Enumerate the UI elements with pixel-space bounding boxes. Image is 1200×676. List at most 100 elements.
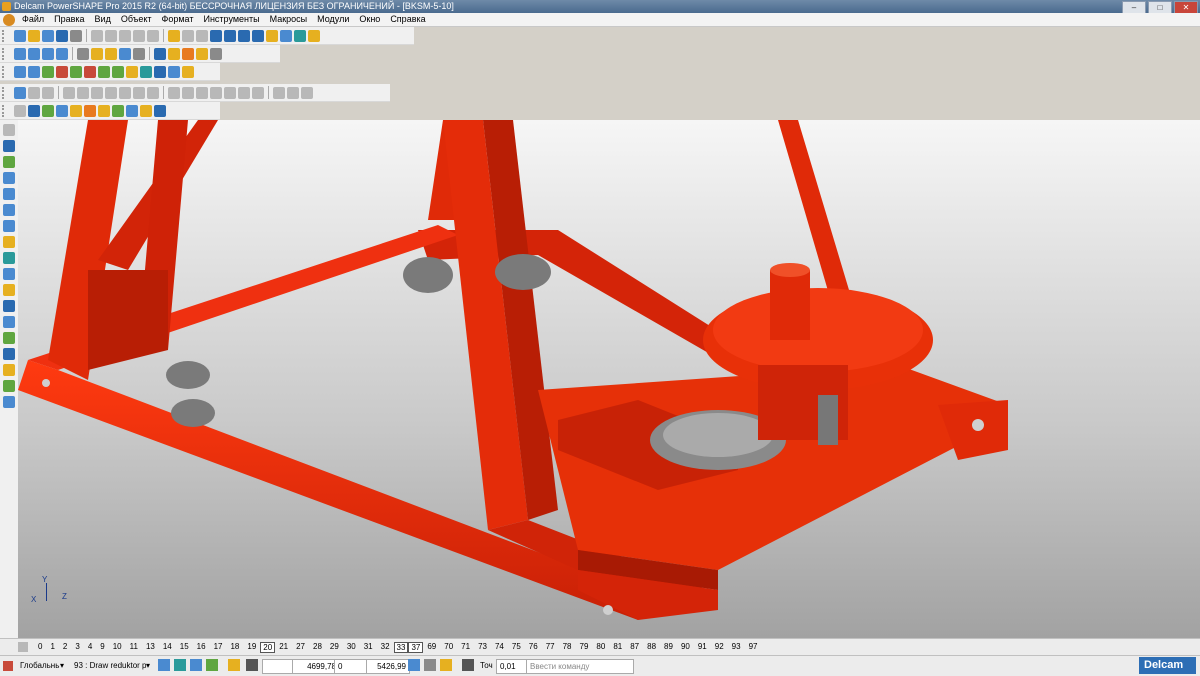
level-button[interactable]: 2 [59,642,71,653]
level-button[interactable]: 76 [525,642,542,653]
menu-view[interactable]: Вид [90,13,116,26]
snap-icon[interactable] [158,659,170,671]
menu-help[interactable]: Справка [385,13,430,26]
chevron-down-icon[interactable]: ▾ [146,659,150,673]
lighting-icon[interactable] [182,47,194,60]
line-icon[interactable] [3,172,15,184]
wireframe-icon[interactable] [154,47,166,60]
transform-icon[interactable] [196,29,208,42]
level-button[interactable]: 90 [677,642,694,653]
calculator-icon[interactable] [408,659,420,671]
save-icon[interactable] [56,29,68,42]
revolve-icon[interactable] [77,86,89,99]
level-button[interactable]: 88 [643,642,660,653]
grid-snap-icon[interactable] [174,659,186,671]
level-button[interactable]: 87 [626,642,643,653]
level-button[interactable]: 79 [576,642,593,653]
circle-icon[interactable] [238,29,250,42]
level-button[interactable]: 4 [84,642,96,653]
unblank-icon[interactable] [56,104,68,117]
text-icon[interactable] [28,86,40,99]
shell-icon[interactable] [133,86,145,99]
assembly-tool-icon[interactable] [3,332,15,344]
thread-icon[interactable] [301,86,313,99]
group-icon[interactable] [98,104,110,117]
level-button[interactable]: 16 [193,642,210,653]
surface-tool-icon[interactable] [3,236,15,248]
toolbar-grip[interactable] [2,47,10,60]
toolbar-grip[interactable] [2,104,10,117]
edit-icon[interactable] [14,104,26,117]
menu-file[interactable]: Файл [17,13,49,26]
view-front-icon[interactable] [42,47,54,60]
level-button[interactable]: 91 [694,642,711,653]
toolbar-grip[interactable] [2,65,10,78]
grid-icon[interactable] [246,659,258,671]
drawing-icon[interactable] [14,65,26,78]
annotation-icon[interactable] [3,284,15,296]
workplane-icon[interactable] [3,140,15,152]
cut-icon[interactable] [91,29,103,42]
app-icon[interactable] [2,2,11,11]
layer-icon[interactable] [42,65,54,78]
workplane-icon[interactable] [3,661,13,671]
level-button[interactable]: 3 [71,642,83,653]
tools-icon[interactable] [308,29,320,42]
view-right-icon[interactable] [56,47,68,60]
level-button[interactable]: 9 [96,642,108,653]
levels-icon[interactable] [18,642,28,652]
level-button[interactable]: 89 [660,642,677,653]
level-button[interactable]: 20 [260,641,276,653]
electrode-icon[interactable] [154,65,166,78]
level-button[interactable]: 19 [243,642,260,653]
level-button[interactable]: 13 [142,642,159,653]
position-icon[interactable] [424,659,436,671]
draw-mode-select[interactable]: 93 : Draw reduktor р [74,659,146,673]
history-icon[interactable] [238,86,250,99]
arrow-icon[interactable] [98,65,110,78]
mirror-icon[interactable] [273,86,285,99]
library-icon[interactable] [168,65,180,78]
level-button[interactable]: 92 [711,642,728,653]
level-button[interactable]: 73 [474,642,491,653]
component-icon[interactable] [126,65,138,78]
blank-icon[interactable] [42,104,54,117]
dynamic-icon[interactable] [206,659,218,671]
chamfer-icon[interactable] [119,86,131,99]
copy-solid-icon[interactable] [252,86,264,99]
level-button[interactable]: 97 [745,642,762,653]
document-icon[interactable] [3,13,15,26]
level-button[interactable]: 11 [126,642,142,653]
axis-icon[interactable] [28,104,40,117]
split-icon[interactable] [210,86,222,99]
redo-icon[interactable] [182,29,194,42]
coord-z-field[interactable]: 5426,99 [366,659,410,674]
grid-field[interactable] [262,659,294,674]
assembly-icon[interactable] [294,29,306,42]
coord-x-field[interactable]: 4699,78 [292,659,340,674]
ungroup-icon[interactable] [112,104,124,117]
section-icon[interactable] [154,104,166,117]
copy-icon[interactable] [105,29,117,42]
shape-icon[interactable] [84,65,96,78]
zoom-select-icon[interactable] [133,47,145,60]
zoom-fit-icon[interactable] [77,47,89,60]
document-icon[interactable] [28,65,40,78]
view-iso-icon[interactable] [14,47,26,60]
level-button[interactable]: 28 [309,642,326,653]
spline-icon[interactable] [3,220,15,232]
view-tool-icon[interactable] [3,396,15,408]
boolean-add-icon[interactable] [168,86,180,99]
material-icon[interactable] [196,47,208,60]
level-button[interactable]: 69 [423,642,440,653]
level-button[interactable]: 70 [440,642,457,653]
boolean-intersect-icon[interactable] [196,86,208,99]
curve-tool-icon[interactable] [3,204,15,216]
level-button[interactable]: 21 [275,642,292,653]
surface-icon[interactable] [266,29,278,42]
select-icon[interactable] [210,29,222,42]
hole-icon[interactable] [287,86,299,99]
level-button[interactable]: 1 [46,642,58,653]
properties-icon[interactable] [140,104,152,117]
menu-modules[interactable]: Модули [312,13,354,26]
